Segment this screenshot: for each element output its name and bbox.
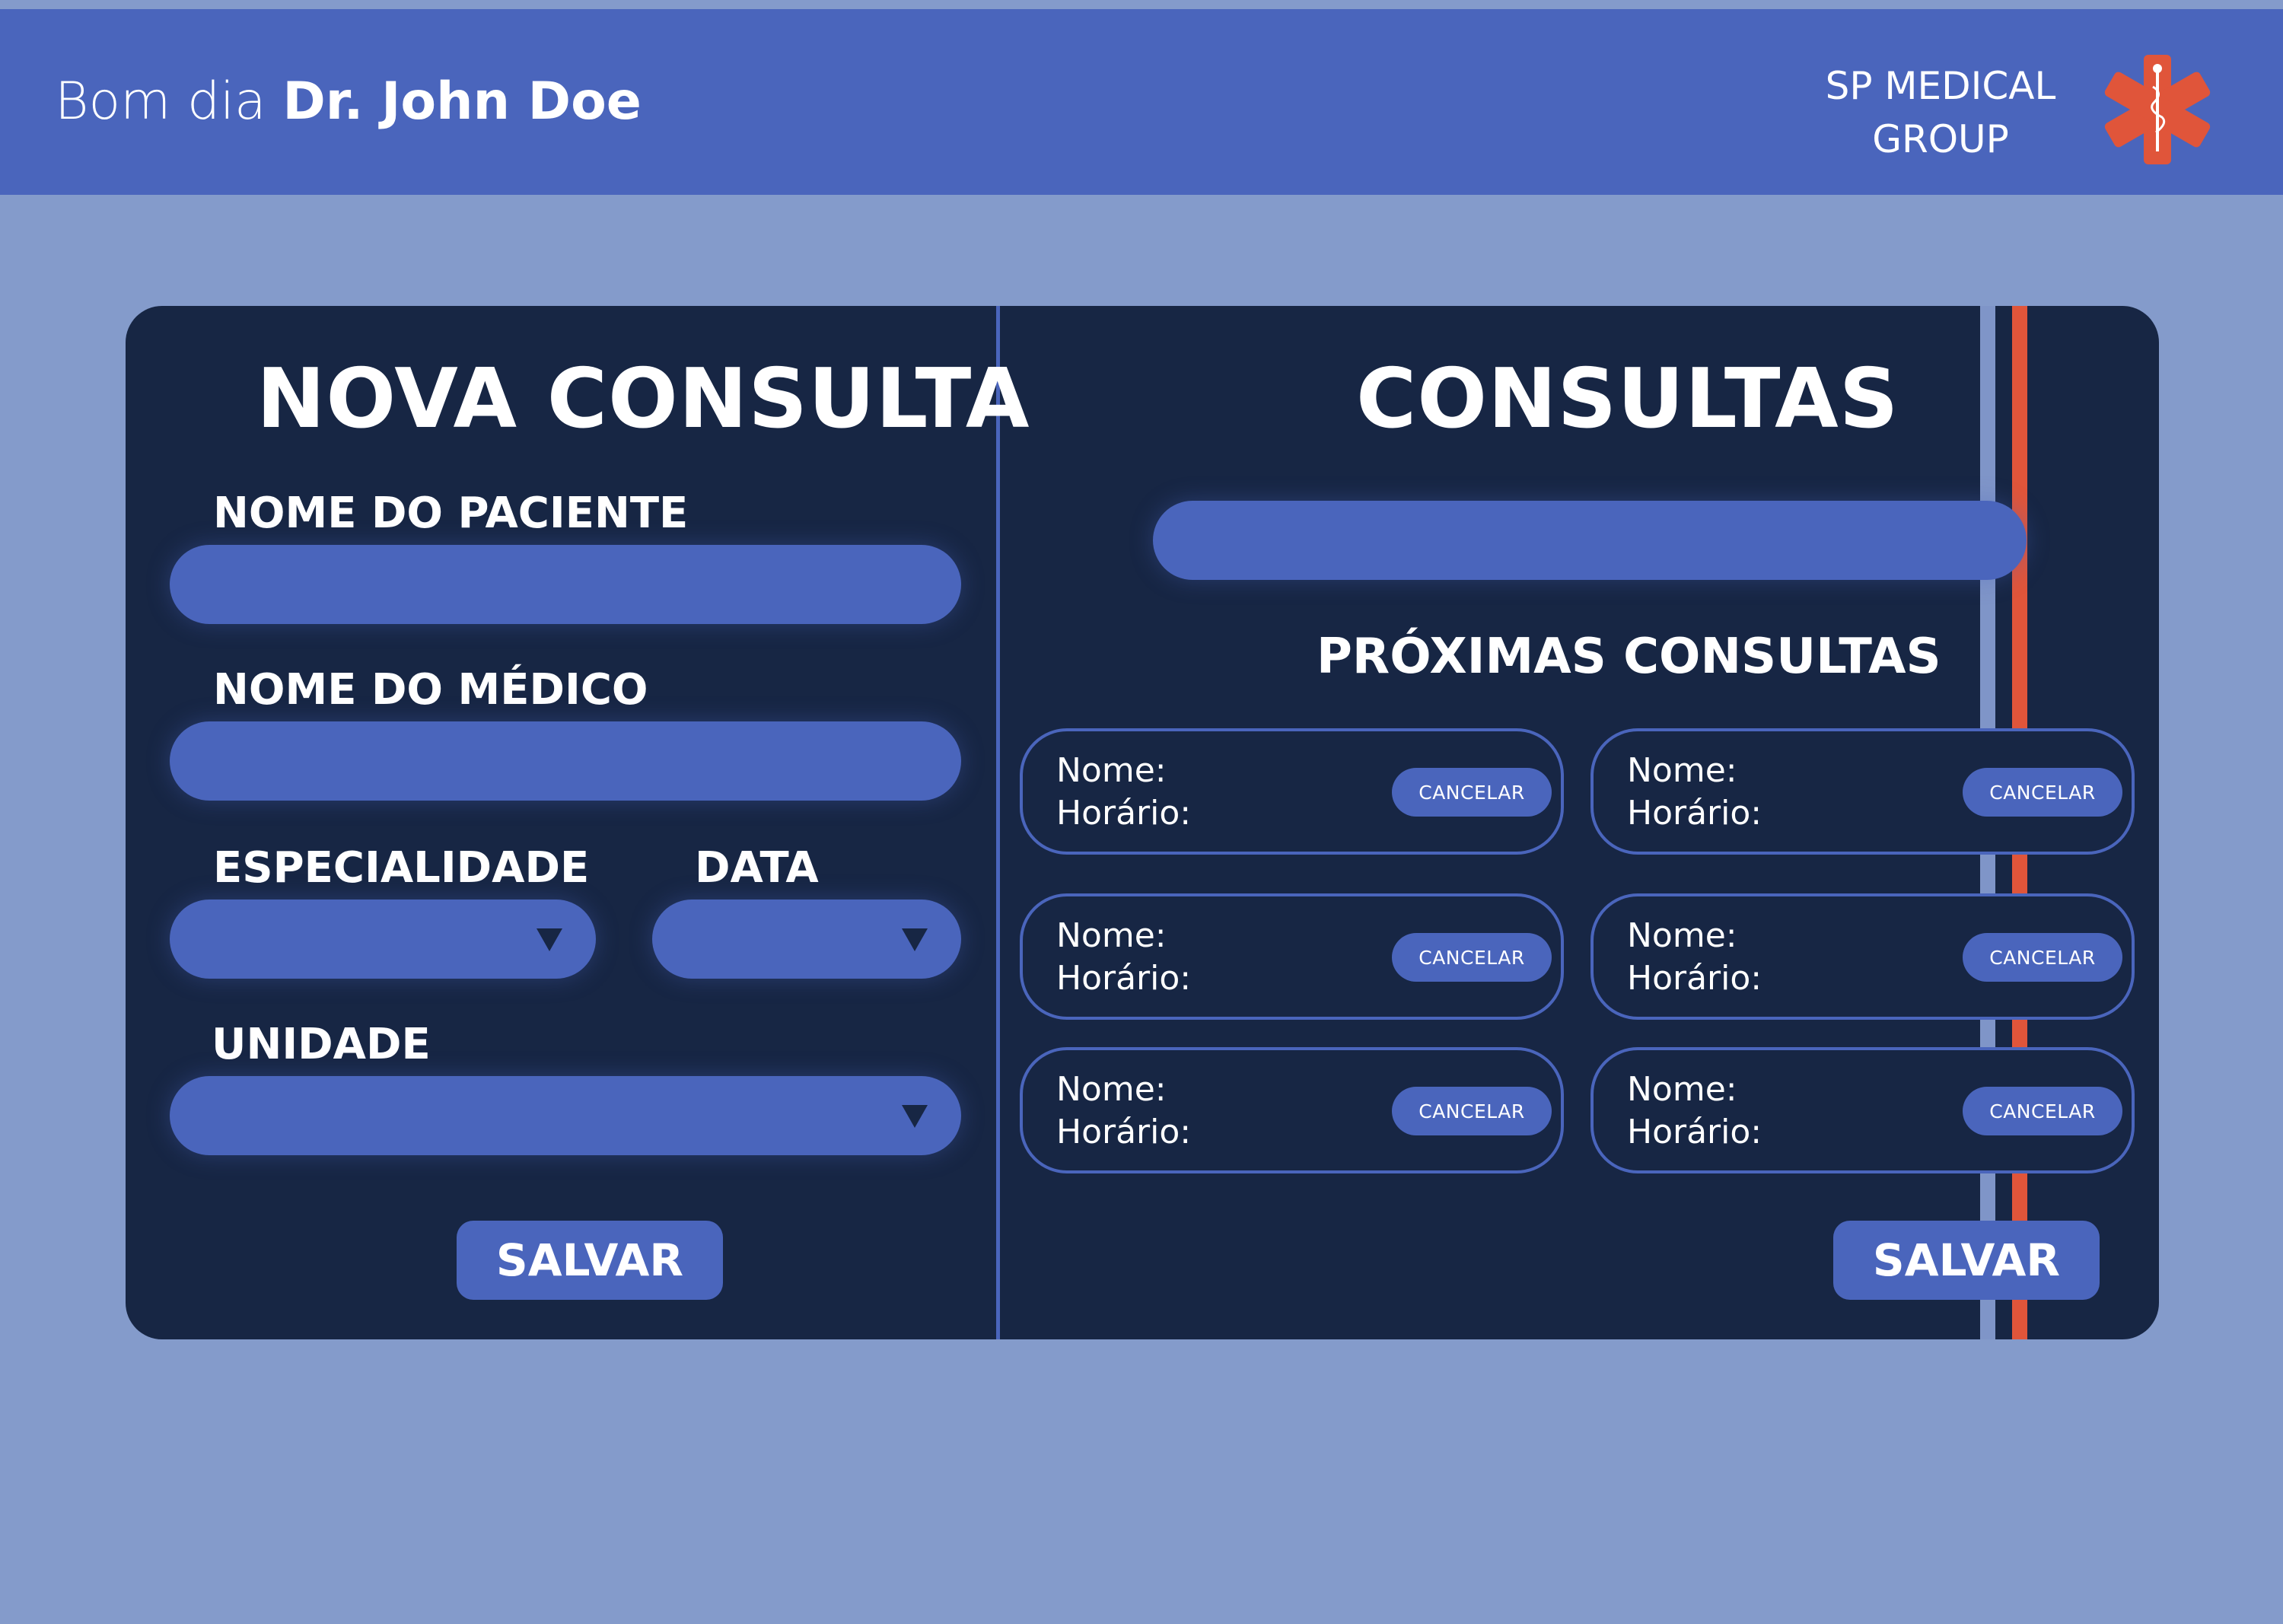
cancel-appointment-button[interactable]: CANCELAR <box>1963 933 2122 982</box>
cancel-appointment-button[interactable]: CANCELAR <box>1392 933 1552 982</box>
brand-name: SP MEDICAL GROUP <box>1811 59 2070 166</box>
date-select[interactable] <box>652 900 961 979</box>
chevron-down-icon <box>902 928 928 951</box>
appointment-time-label: Horário: <box>1056 794 1192 833</box>
greeting-prefix: Bom dia <box>55 72 266 132</box>
specialty-select[interactable] <box>170 900 596 979</box>
unit-label: UNIDADE <box>212 1020 431 1069</box>
appointment-name-label: Nome: <box>1627 916 1737 955</box>
appointment-time-label: Horário: <box>1056 1113 1192 1151</box>
appointments-title: CONSULTAS <box>1356 352 1899 447</box>
star-of-life-icon <box>2104 55 2211 164</box>
doctor-name-input[interactable] <box>170 721 961 801</box>
appointment-name-label: Nome: <box>1056 1070 1167 1109</box>
appointment-time-label: Horário: <box>1627 959 1762 998</box>
appointment-name-label: Nome: <box>1056 916 1167 955</box>
save-appointments-button[interactable]: SALVAR <box>1833 1221 2100 1300</box>
chevron-down-icon <box>537 928 562 951</box>
appointment-card: Nome: Horário: CANCELAR <box>1020 1047 1564 1173</box>
appointment-card: Nome: Horário: CANCELAR <box>1590 1047 2135 1173</box>
main-card: NOVA CONSULTA NOME DO PACIENTE NOME DO M… <box>126 306 2159 1339</box>
appointment-time-label: Horário: <box>1056 959 1192 998</box>
new-appointment-title: NOVA CONSULTA <box>256 352 1030 447</box>
appointment-name-label: Nome: <box>1056 751 1167 790</box>
specialty-label: ESPECIALIDADE <box>213 843 590 893</box>
top-header: Bom dia Dr. John Doe SP MEDICAL GROUP <box>0 5 2283 195</box>
save-appointment-button[interactable]: SALVAR <box>457 1221 723 1300</box>
cancel-appointment-button[interactable]: CANCELAR <box>1963 768 2122 817</box>
patient-name-label: NOME DO PACIENTE <box>213 489 689 538</box>
appointment-name-label: Nome: <box>1627 1070 1737 1109</box>
appointment-time-label: Horário: <box>1627 1113 1762 1151</box>
doctor-name-label: NOME DO MÉDICO <box>213 665 648 715</box>
appointment-name-label: Nome: <box>1627 751 1737 790</box>
brand-line-1: SP MEDICAL <box>1825 64 2056 108</box>
chevron-down-icon <box>902 1105 928 1128</box>
unit-select[interactable] <box>170 1076 961 1155</box>
cancel-appointment-button[interactable]: CANCELAR <box>1392 1087 1552 1135</box>
date-label: DATA <box>695 843 819 893</box>
appointment-card: Nome: Horário: CANCELAR <box>1020 893 1564 1020</box>
upcoming-appointments-title: PRÓXIMAS CONSULTAS <box>1317 629 1941 685</box>
brand-line-2: GROUP <box>1872 117 2009 161</box>
doctor-name: Dr. John Doe <box>282 72 642 132</box>
appointment-card: Nome: Horário: CANCELAR <box>1020 728 1564 855</box>
cancel-appointment-button[interactable]: CANCELAR <box>1392 768 1552 817</box>
appointment-card: Nome: Horário: CANCELAR <box>1590 728 2135 855</box>
panel-divider <box>996 306 1000 1339</box>
cancel-appointment-button[interactable]: CANCELAR <box>1963 1087 2122 1135</box>
appointment-card: Nome: Horário: CANCELAR <box>1590 893 2135 1020</box>
appointment-time-label: Horário: <box>1627 794 1762 833</box>
patient-name-input[interactable] <box>170 545 961 624</box>
appointments-search-input[interactable] <box>1153 501 2027 580</box>
greeting: Bom dia Dr. John Doe <box>55 72 642 132</box>
